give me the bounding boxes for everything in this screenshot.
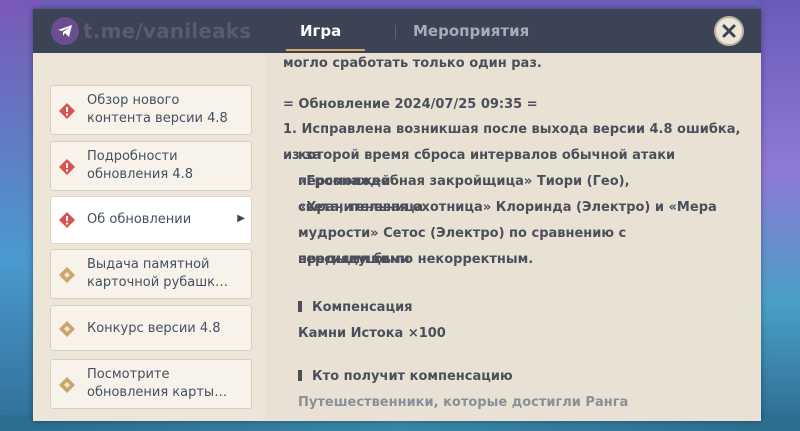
- sidebar-item-label: Подробности обновления 4.8: [87, 149, 193, 182]
- gift-diamond-icon: [59, 377, 75, 393]
- section-marker: [298, 370, 302, 381]
- sidebar-item-map-updates[interactable]: Посмотрите обновления карты…: [50, 359, 252, 409]
- sidebar: Обзор нового контента версии 4.8 Подробн…: [33, 53, 265, 421]
- sidebar-item-card-back[interactable]: Выдача памятной карточной рубашк…: [50, 249, 252, 299]
- top-bar: t.me/vanileaks Игра Мероприятия: [33, 9, 761, 53]
- sidebar-item-contest[interactable]: Конкурс версии 4.8: [50, 305, 252, 351]
- tab-events[interactable]: Мероприятия: [413, 22, 529, 40]
- sidebar-item-label: Конкурс версии 4.8: [87, 321, 221, 336]
- close-button[interactable]: [714, 16, 744, 46]
- recipients-heading: Кто получит компенсацию: [312, 369, 513, 384]
- chevron-right-icon: ▶: [237, 213, 245, 224]
- compensation-heading-row: Компенсация: [298, 295, 723, 321]
- brand-text: t.me/vanileaks: [83, 19, 252, 43]
- sidebar-item-content-overview[interactable]: Обзор нового контента версии 4.8: [50, 85, 252, 135]
- tab-game[interactable]: Игра: [300, 22, 341, 40]
- section-marker: [298, 301, 302, 312]
- alert-diamond-icon: [59, 103, 75, 119]
- article-content[interactable]: могло сработать только один раз. = Обнов…: [265, 53, 761, 421]
- recipients-text: Путешественники, которые достигли Ранга …: [298, 395, 629, 410]
- close-icon: [722, 24, 736, 38]
- sidebar-item-label: Об обновлении: [87, 212, 192, 227]
- tab-divider: [395, 25, 396, 39]
- recipients-heading-row: Кто получит компенсацию: [298, 364, 723, 390]
- previous-paragraph-tail: могло сработать только один раз.: [283, 56, 542, 71]
- fix-item-1-line-6: версиями было некорректным.: [298, 252, 534, 267]
- active-tab-indicator: [286, 49, 365, 51]
- sidebar-item-update-details[interactable]: Подробности обновления 4.8: [50, 141, 252, 191]
- compensation-value: Камни Истока ×100: [298, 326, 446, 341]
- sidebar-item-label: Посмотрите обновления карты…: [87, 367, 228, 400]
- announcements-window: t.me/vanileaks Игра Мероприятия Обзор но…: [33, 9, 761, 421]
- gift-diamond-icon: [59, 267, 75, 283]
- update-heading: = Обновление 2024/07/25 09:35 =: [283, 97, 538, 112]
- sidebar-item-about-update[interactable]: Об обновлении ▶: [50, 196, 252, 244]
- alert-diamond-icon: [59, 212, 75, 228]
- alert-diamond-icon: [59, 159, 75, 175]
- sidebar-item-label: Выдача памятной карточной рубашк…: [87, 257, 228, 290]
- brand-watermark: t.me/vanileaks: [51, 16, 251, 46]
- compensation-heading: Компенсация: [312, 300, 413, 315]
- background-right: [755, 0, 800, 431]
- fix-item-1-line-4: света, теневая охотница» Клоринда (Элект…: [298, 200, 717, 215]
- telegram-icon: [51, 17, 79, 45]
- sidebar-item-label: Обзор нового контента версии 4.8: [87, 93, 228, 126]
- gift-diamond-icon: [59, 321, 75, 337]
